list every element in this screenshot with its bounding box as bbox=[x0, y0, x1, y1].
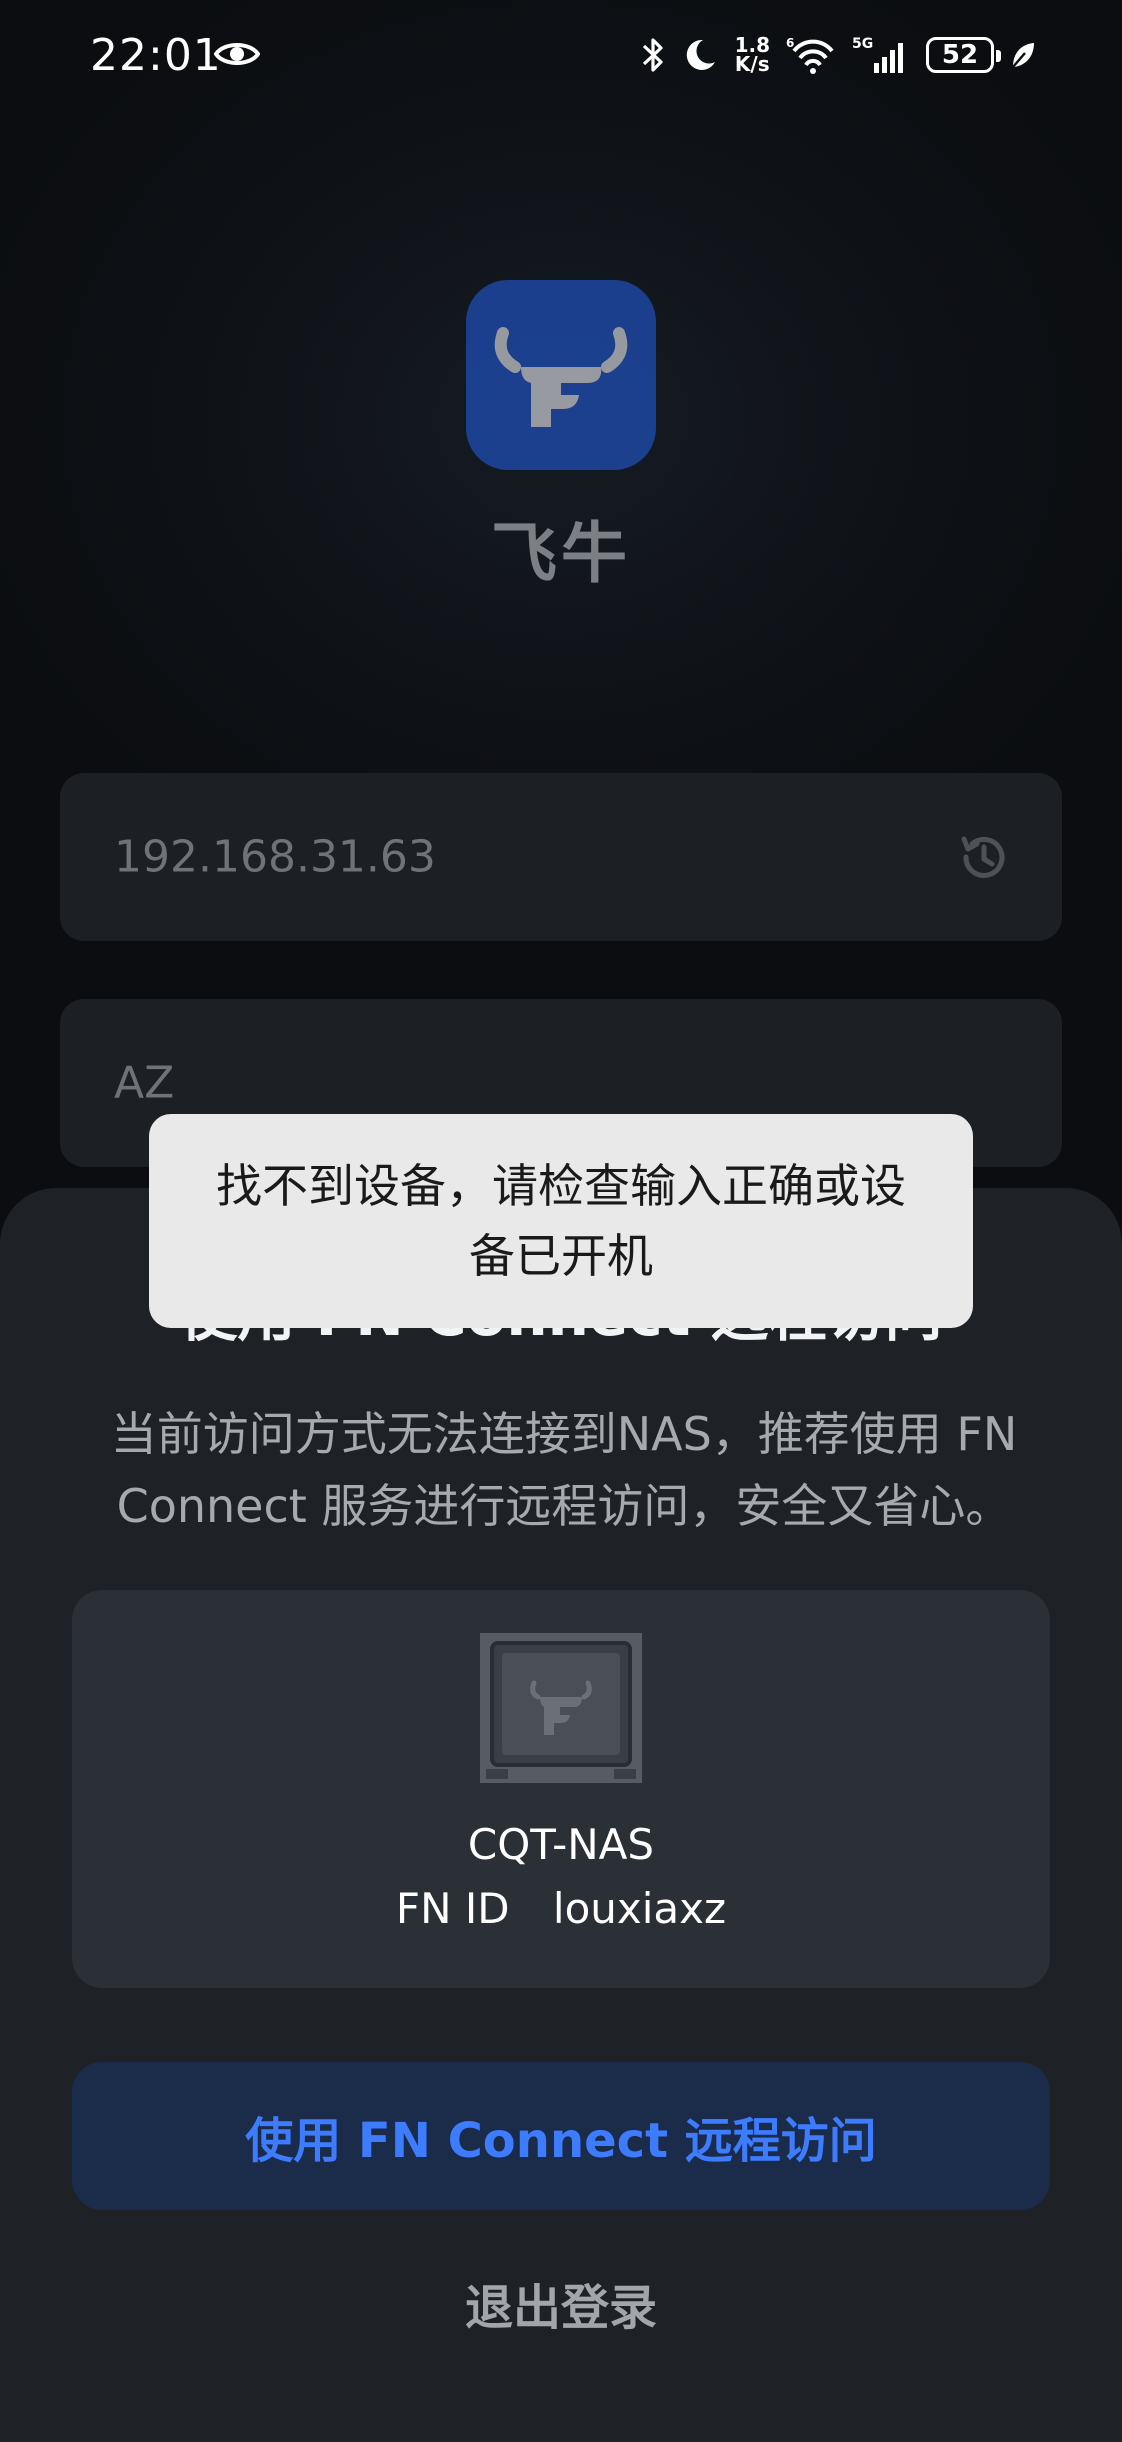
error-toast: 找不到设备，请检查输入正确或设备已开机 bbox=[149, 1114, 973, 1328]
battery-indicator: 52 bbox=[926, 37, 1001, 73]
bull-logo-icon bbox=[494, 327, 628, 427]
cellular-signal-icon: 5G bbox=[852, 36, 903, 73]
wifi-icon: 6 bbox=[786, 36, 834, 74]
app-logo bbox=[466, 280, 656, 470]
svg-text:5G: 5G bbox=[852, 36, 873, 52]
address-input-value: 192.168.31.63 bbox=[114, 831, 436, 883]
status-bar: 22:01 1.8 K/s 6 5G 52 bbox=[0, 0, 1122, 118]
history-icon[interactable] bbox=[956, 829, 1012, 885]
network-speed: 1.8 K/s bbox=[734, 35, 770, 76]
fn-id-value: louxiaxz bbox=[552, 1884, 727, 1933]
fn-connect-button[interactable]: 使用 FN Connect 远程访问 bbox=[72, 2062, 1050, 2210]
status-icons: 1.8 K/s 6 5G 52 bbox=[641, 30, 1036, 80]
bluetooth-icon bbox=[642, 38, 663, 72]
fn-id-label: FN ID bbox=[395, 1884, 510, 1933]
nas-device-icon bbox=[480, 1633, 642, 1783]
address-input[interactable]: 192.168.31.63 bbox=[60, 773, 1062, 941]
moon-icon bbox=[686, 39, 715, 70]
eye-icon bbox=[214, 43, 260, 65]
app-name: 飞牛 bbox=[491, 515, 631, 592]
logout-button[interactable]: 退出登录 bbox=[0, 2268, 1122, 2338]
device-card[interactable]: CQT-NAS FN ID louxiaxz bbox=[72, 1590, 1050, 1988]
device-fn-id: FN ID louxiaxz bbox=[72, 1884, 1050, 1933]
svg-text:6: 6 bbox=[786, 36, 794, 50]
sheet-description: 当前访问方式无法连接到NAS，推荐使用 FN Connect 服务进行远程访问，… bbox=[110, 1407, 1018, 1533]
device-name: CQT-NAS bbox=[467, 1820, 655, 1869]
status-time: 22:01 bbox=[90, 30, 222, 81]
leaf-icon bbox=[1012, 43, 1034, 68]
network-speed-unit: K/s bbox=[734, 52, 770, 76]
username-input-value: AZ bbox=[114, 1057, 175, 1109]
